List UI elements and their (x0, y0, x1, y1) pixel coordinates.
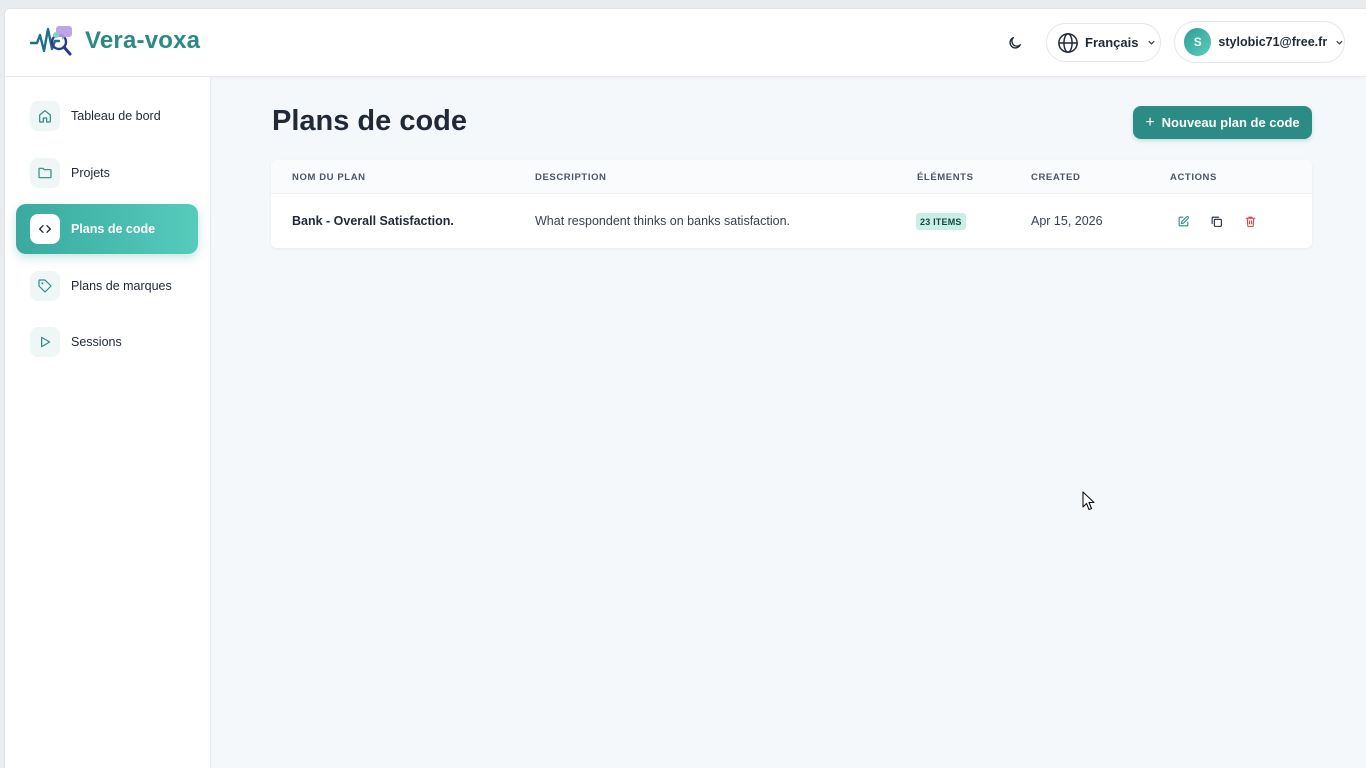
mouse-cursor-icon (1082, 491, 1095, 511)
column-header-description[interactable]: DESCRIPTION (535, 172, 607, 183)
sidebar-item-projects[interactable]: Projets (16, 148, 198, 198)
trash-icon (1245, 216, 1255, 227)
column-header-name[interactable]: NOM DU PLAN (292, 172, 366, 183)
plan-name[interactable]: Bank - Overall Satisfaction. (292, 214, 454, 228)
plan-description: What respondent thinks on banks satisfac… (535, 214, 791, 228)
chevron-down-icon (1336, 40, 1343, 45)
app-window: Vera-voxa Français S stylobic71@free.fr (4, 8, 1366, 768)
user-menu-button[interactable]: S stylobic71@free.fr (1174, 21, 1345, 63)
new-code-plan-button[interactable]: + Nouveau plan de code (1133, 106, 1312, 139)
edit-button[interactable] (1174, 212, 1192, 230)
moon-icon (1009, 37, 1021, 49)
sidebar-item-code-plans[interactable]: Plans de code (16, 204, 198, 254)
globe-icon (1058, 32, 1078, 53)
page-title: Plans de code (272, 105, 468, 137)
folder-icon (38, 167, 52, 179)
chevron-down-icon (1148, 40, 1156, 45)
app-name: Vera-voxa (85, 27, 201, 54)
sidebar-item-sessions[interactable]: Sessions (16, 317, 198, 367)
copy-icon (1211, 216, 1222, 227)
sidebar-item-dashboard[interactable]: Tableau de bord (16, 91, 198, 141)
home-icon (39, 110, 51, 123)
sidebar-item-label: Plans de marques (71, 279, 172, 293)
sidebar-item-brand-plans[interactable]: Plans de marques (16, 261, 198, 311)
top-header: Vera-voxa Français S stylobic71@free.fr (5, 9, 1366, 77)
table-row[interactable]: Bank - Overall Satisfaction. What respon… (271, 194, 1312, 248)
app-logo[interactable]: Vera-voxa (29, 23, 200, 59)
plus-icon: + (1145, 113, 1155, 131)
elements-badge: 23 ITEMS (916, 213, 966, 230)
sidebar-item-label: Plans de code (71, 222, 156, 236)
edit-icon (1178, 215, 1189, 226)
play-icon (41, 336, 51, 348)
plan-created-date: Apr 15, 2026 (1031, 214, 1103, 228)
sidebar-item-label: Tableau de bord (71, 109, 161, 123)
duplicate-button[interactable] (1207, 212, 1225, 230)
language-selector[interactable]: Français (1046, 23, 1161, 62)
theme-toggle-button[interactable] (1003, 31, 1027, 55)
sidebar-item-label: Projets (71, 166, 110, 180)
avatar: S (1184, 28, 1212, 56)
tag-icon (38, 279, 52, 293)
code-icon (39, 225, 51, 233)
sidebar-item-label: Sessions (71, 335, 122, 349)
new-code-plan-label: Nouveau plan de code (1161, 115, 1300, 130)
code-plans-table: NOM DU PLAN DESCRIPTION ÉLÉMENTS CREATED… (271, 160, 1312, 248)
language-label: Français (1085, 35, 1139, 50)
user-email: stylobic71@free.fr (1218, 35, 1328, 49)
logo-icon (29, 26, 72, 56)
sidebar: Tableau de bord Projets Plans de code Pl… (5, 77, 211, 768)
column-header-actions: ACTIONS (1170, 172, 1217, 183)
delete-button[interactable] (1241, 212, 1259, 230)
column-header-elements[interactable]: ÉLÉMENTS (917, 172, 974, 183)
column-header-created[interactable]: CREATED (1031, 172, 1080, 183)
table-header: NOM DU PLAN DESCRIPTION ÉLÉMENTS CREATED… (271, 160, 1312, 194)
